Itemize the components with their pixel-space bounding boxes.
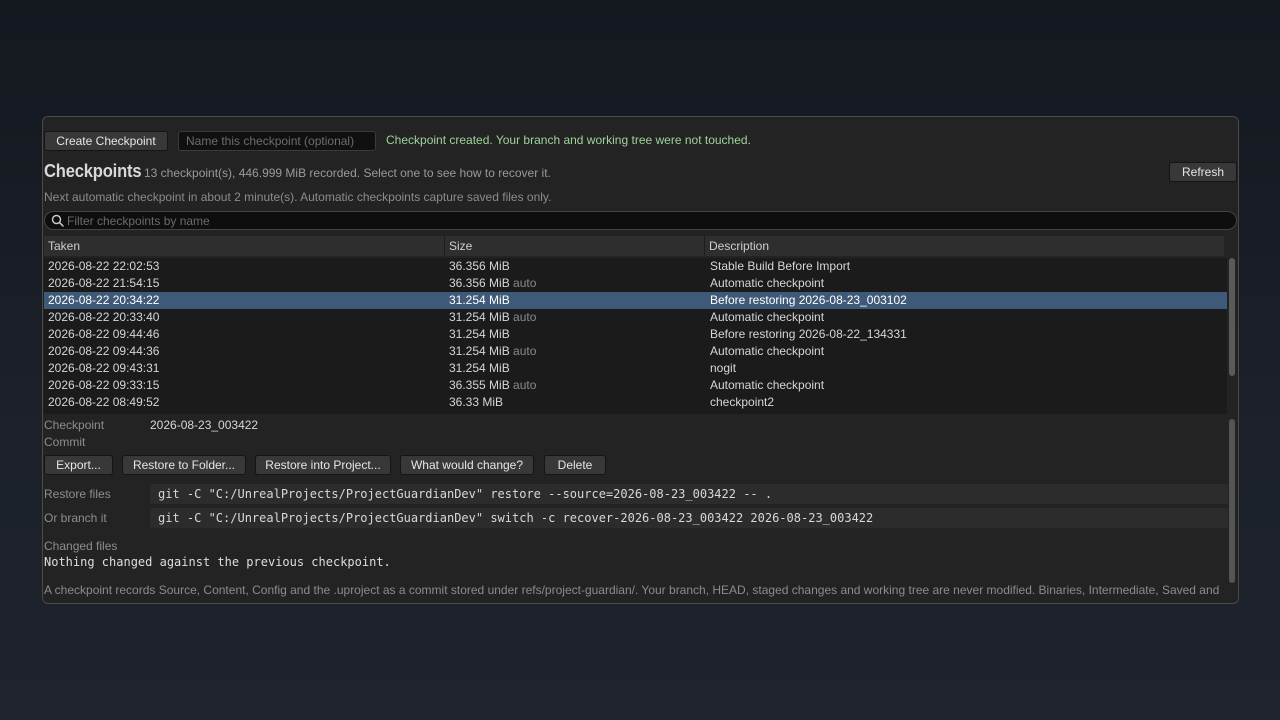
restore-to-folder-button[interactable]: Restore to Folder...: [122, 455, 246, 475]
row-size: 36.356 MiB: [449, 258, 510, 275]
checkpoint-footnote: A checkpoint records Source, Content, Co…: [44, 583, 1220, 597]
checkpoint-summary: 13 checkpoint(s), 446.999 MiB recorded. …: [144, 166, 551, 180]
checkpoint-details: Checkpoint 2026-08-23_003422 Commit Expo…: [44, 417, 1228, 603]
refresh-button[interactable]: Refresh: [1169, 162, 1237, 182]
table-row[interactable]: 2026-08-22 20:34:22 31.254 MiB Before rest…: [44, 292, 1227, 309]
row-size: 31.254 MiB: [449, 292, 510, 309]
row-taken: 2026-08-22 09:43:31: [48, 361, 160, 375]
row-size: 31.254 MiB auto: [449, 343, 536, 360]
checkpoint-name-input[interactable]: [178, 131, 376, 151]
row-size: 31.254 MiB: [449, 326, 510, 343]
row-taken: 2026-08-22 22:02:53: [48, 259, 160, 273]
row-size: 36.356 MiB auto: [449, 275, 536, 292]
row-auto-tag: auto: [513, 378, 537, 392]
filter-input[interactable]: [67, 212, 1227, 229]
changed-files-text: Nothing changed against the previous che…: [44, 555, 391, 569]
row-size-value: 36.356 MiB: [449, 276, 510, 290]
create-checkpoint-button[interactable]: Create Checkpoint: [44, 131, 168, 151]
row-description: Automatic checkpoint: [710, 344, 825, 358]
table-row[interactable]: 2026-08-22 21:54:15 36.356 MiB auto Automa…: [44, 275, 1227, 292]
status-message: Checkpoint created. Your branch and work…: [386, 133, 751, 147]
row-description: checkpoint2: [710, 395, 775, 409]
table-row[interactable]: 2026-08-22 09:43:31 31.254 MiB nogit: [44, 360, 1227, 377]
column-taken[interactable]: Taken: [44, 236, 445, 256]
checkpoint-list: 2026-08-22 22:02:53 36.356 MiB Stable Buil…: [44, 258, 1227, 414]
branch-label: Or branch it: [44, 511, 107, 525]
row-size: 36.33 MiB: [449, 394, 503, 411]
row-description: nogit: [710, 361, 737, 375]
row-size-value: 31.254 MiB: [449, 327, 510, 341]
row-size: 36.355 MiB auto: [449, 377, 536, 394]
delete-button[interactable]: Delete: [544, 455, 606, 475]
restore-files-label: Restore files: [44, 487, 111, 501]
row-size-value: 36.33 MiB: [449, 395, 504, 409]
changed-files-label: Changed files: [44, 539, 118, 553]
table-row[interactable]: 2026-08-22 09:44:36 31.254 MiB auto Automa…: [44, 343, 1227, 360]
table-row[interactable]: 2026-08-22 20:33:40 31.254 MiB auto Automa…: [44, 309, 1227, 326]
row-description: Stable Build Before Import: [710, 259, 851, 273]
row-taken: 2026-08-22 21:54:15: [48, 276, 160, 290]
details-scrollbar[interactable]: [1229, 419, 1235, 583]
row-description: Before restoring 2026-08-23_003102: [710, 293, 907, 307]
row-description: Before restoring 2026-08-22_134331: [710, 327, 907, 341]
checkpoints-panel: Create Checkpoint Checkpoint created. Yo…: [42, 116, 1239, 604]
row-taken: 2026-08-22 09:44:46: [48, 327, 160, 341]
commit-label: Commit: [44, 435, 86, 449]
row-size-value: 31.254 MiB: [449, 344, 510, 358]
table-row[interactable]: 2026-08-22 08:49:52 36.33 MiB checkpoint2: [44, 394, 1227, 411]
table-header: Taken Size Description: [44, 236, 1224, 256]
next-auto-checkpoint-text: Next automatic checkpoint in about 2 min…: [44, 190, 552, 204]
search-icon: [51, 214, 64, 227]
column-description[interactable]: Description: [705, 236, 1224, 256]
row-description: Automatic checkpoint: [710, 378, 825, 392]
table-row[interactable]: 2026-08-22 09:44:46 31.254 MiB Before rest…: [44, 326, 1227, 343]
row-description: Automatic checkpoint: [710, 276, 825, 290]
branch-command[interactable]: git -C "C:/UnrealProjects/ProjectGuardia…: [150, 508, 1228, 528]
checkpoint-label: Checkpoint: [44, 418, 105, 432]
row-description: Automatic checkpoint: [710, 310, 825, 324]
row-size: 31.254 MiB: [449, 360, 510, 377]
row-size: 31.254 MiB auto: [449, 309, 536, 326]
filter-box[interactable]: [44, 211, 1237, 230]
row-taken: 2026-08-22 08:49:52: [48, 395, 160, 409]
row-taken: 2026-08-22 20:33:40: [48, 310, 160, 324]
row-taken: 2026-08-22 09:33:15: [48, 378, 160, 392]
what-would-change-button[interactable]: What would change?: [400, 455, 534, 475]
row-size-value: 36.355 MiB: [449, 378, 510, 392]
list-scrollbar[interactable]: [1229, 258, 1235, 376]
row-auto-tag: auto: [513, 310, 537, 324]
table-row[interactable]: 2026-08-22 09:33:15 36.355 MiB auto Automa…: [44, 377, 1227, 394]
row-size-value: 36.356 MiB: [449, 259, 510, 273]
row-auto-tag: auto: [513, 276, 537, 290]
restore-files-command[interactable]: git -C "C:/UnrealProjects/ProjectGuardia…: [150, 484, 1228, 504]
checkpoint-value: 2026-08-23_003422: [150, 418, 259, 432]
row-size-value: 31.254 MiB: [449, 293, 510, 307]
row-size-value: 31.254 MiB: [449, 361, 510, 375]
page-title: Checkpoints: [44, 161, 142, 181]
table-row[interactable]: 2026-08-22 22:02:53 36.356 MiB Stable Buil…: [44, 258, 1227, 275]
column-size[interactable]: Size: [445, 236, 705, 256]
row-taken: 2026-08-22 20:34:22: [48, 293, 160, 307]
row-auto-tag: auto: [513, 344, 537, 358]
row-taken: 2026-08-22 09:44:36: [48, 344, 160, 358]
row-size-value: 31.254 MiB: [449, 310, 510, 324]
export-button[interactable]: Export...: [44, 455, 113, 475]
restore-into-project-button[interactable]: Restore into Project...: [255, 455, 391, 475]
